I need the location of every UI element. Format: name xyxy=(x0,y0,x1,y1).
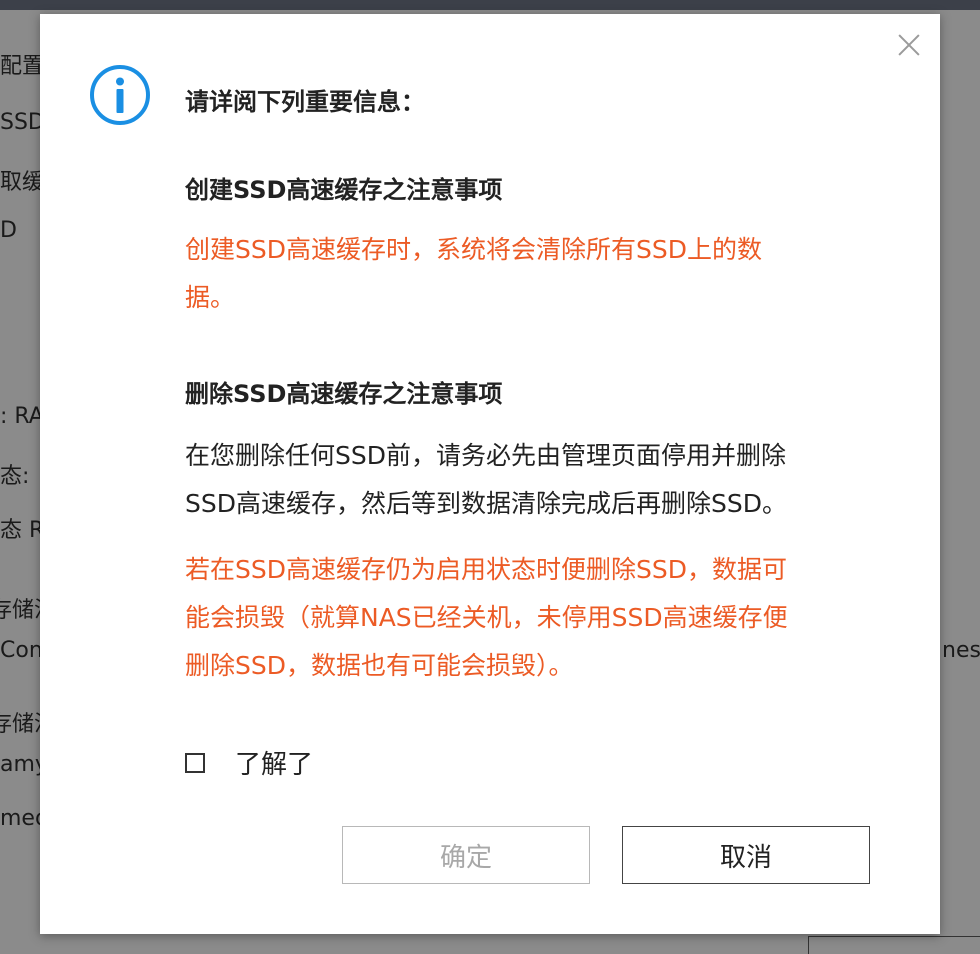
delete-cache-info: 在您删除任何SSD前，请务必先由管理页面停用并删除 SSD高速缓存，然后等到数据… xyxy=(185,432,875,528)
create-cache-title: 创建SSD高速缓存之注意事项 xyxy=(185,176,503,204)
cancel-button[interactable]: 取消 xyxy=(622,826,870,884)
info-line: SSD高速缓存，然后等到数据清除完成后再删除SSD。 xyxy=(185,489,787,518)
delete-cache-title: 删除SSD高速缓存之注意事项 xyxy=(185,380,503,408)
confirm-button[interactable]: 确定 xyxy=(342,826,590,884)
background-text: : RA xyxy=(0,404,44,429)
background-text: 取缓 xyxy=(0,170,45,195)
dialog-headline: 请详阅下列重要信息： xyxy=(185,88,425,116)
important-info-dialog: 请详阅下列重要信息： 创建SSD高速缓存之注意事项 创建SSD高速缓存时，系统将… xyxy=(40,14,940,934)
background-text: 态 R xyxy=(0,518,45,543)
dialog-content: 请详阅下列重要信息： 创建SSD高速缓存之注意事项 创建SSD高速缓存时，系统将… xyxy=(185,84,875,690)
warning-line: 据。 xyxy=(185,283,236,312)
background-top-bar xyxy=(0,0,980,10)
info-icon xyxy=(90,65,150,125)
background-text: 配置 xyxy=(0,54,45,79)
warning-line: 删除SSD，数据也有可能会损毁）。 xyxy=(185,651,574,680)
background-text: nes xyxy=(942,638,980,663)
background-text: D xyxy=(0,218,17,243)
background-text: 态: xyxy=(0,464,30,489)
warning-line: 创建SSD高速缓存时，系统将会清除所有SSD上的数 xyxy=(185,235,762,264)
background-text: SSD xyxy=(0,110,45,135)
delete-cache-warning: 若在SSD高速缓存仍为启用状态时便删除SSD，数据可 能会损毁（就算NAS已经关… xyxy=(185,546,875,690)
background-text: Con xyxy=(0,638,43,663)
close-icon[interactable] xyxy=(896,32,922,58)
background-box xyxy=(808,936,980,954)
warning-line: 能会损毁（就算NAS已经关机，未停用SSD高速缓存便 xyxy=(185,603,788,632)
understood-checkbox[interactable] xyxy=(185,752,205,773)
understood-checkbox-row[interactable]: 了解了 xyxy=(185,744,313,781)
understood-label[interactable]: 了解了 xyxy=(235,744,313,781)
info-line: 在您删除任何SSD前，请务必先由管理页面停用并删除 xyxy=(185,441,786,470)
create-cache-warning: 创建SSD高速缓存时，系统将会清除所有SSD上的数 据。 xyxy=(185,226,875,322)
warning-line: 若在SSD高速缓存仍为启用状态时便删除SSD，数据可 xyxy=(185,555,787,584)
